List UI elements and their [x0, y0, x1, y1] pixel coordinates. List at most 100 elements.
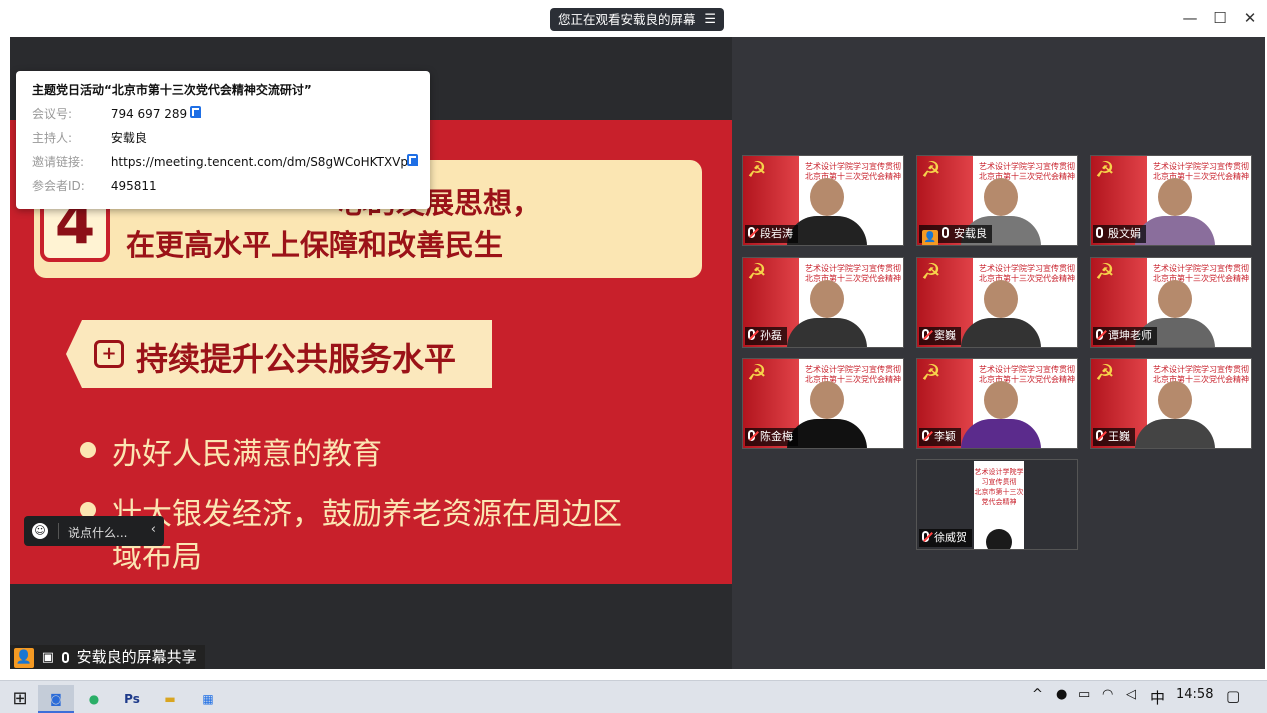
- participant-name: 孙磊: [760, 329, 782, 342]
- chat-input-bar[interactable]: ☺ 说点什么... ‹: [24, 516, 164, 546]
- copy-icon[interactable]: [407, 154, 418, 166]
- notification-icon[interactable]: ▢: [1226, 687, 1240, 705]
- party-emblem-icon: ☭: [747, 361, 767, 386]
- party-emblem-icon: ☭: [921, 260, 941, 285]
- mic-icon: [922, 430, 929, 441]
- participant-face: [1158, 381, 1192, 419]
- participant-nametag: 👤 安载良: [919, 225, 992, 245]
- invite-row: 邀请链接: https://meeting.tencent.com/dm/S8g…: [32, 153, 408, 170]
- party-emblem-icon: ☭: [1095, 361, 1115, 386]
- party-emblem-icon: ☭: [921, 361, 941, 386]
- meeting-id-row: 会议号: 794 697 289: [32, 105, 187, 122]
- host-row: 主持人: 安载良: [32, 129, 147, 146]
- screen-share-icon: ▣: [41, 649, 55, 665]
- participant-tile[interactable]: ☭ 艺术设计学院学习宣传贯彻 北京市第十三次党代会精神 孙磊: [742, 257, 904, 348]
- list-menu-icon[interactable]: ☰: [704, 8, 716, 31]
- participant-body: [787, 419, 867, 448]
- minimize-icon[interactable]: —: [1176, 6, 1204, 30]
- photos-taskbar-icon[interactable]: ▦: [190, 685, 226, 713]
- emoji-icon[interactable]: ☺: [32, 523, 48, 539]
- meeting-window: 您正在观看安载良的屏幕 ☰ — ☐ ✕ 4 心的发展思想， 在更高水平上保障和改…: [0, 0, 1267, 680]
- microphone-tray-icon[interactable]: ●: [1056, 687, 1067, 702]
- participant-id-value: 495811: [110, 179, 157, 193]
- participant-id-label: 参会者ID:: [32, 179, 85, 193]
- party-emblem-icon: ☭: [747, 158, 767, 183]
- participant-face: [810, 280, 844, 318]
- bullet-text-1: 办好人民满意的教育: [112, 437, 382, 472]
- tile-caption: 艺术设计学院学习宣传贯彻 北京市第十三次党代会精神: [1149, 264, 1251, 284]
- participant-face: [984, 178, 1018, 216]
- battery-icon[interactable]: ▭: [1078, 687, 1090, 702]
- caption-line-1: 艺术设计学院学习宣传贯彻: [979, 264, 1075, 273]
- screen-share-notice[interactable]: 您正在观看安载良的屏幕 ☰: [550, 8, 724, 31]
- meeting-id-label: 会议号:: [32, 107, 73, 121]
- participant-tile[interactable]: ☭ 艺术设计学院学习宣传贯彻 北京市第十三次党代会精神殷文娟: [1090, 155, 1252, 246]
- title-bar: 您正在观看安载良的屏幕 ☰ — ☐ ✕: [0, 0, 1267, 37]
- wifi-icon[interactable]: ◠: [1102, 687, 1113, 702]
- participant-face: [810, 381, 844, 419]
- participant-nametag: 王巍: [1093, 428, 1135, 446]
- caption-line-1: 艺术设计学院学习宣传贯彻: [979, 162, 1075, 171]
- participant-tile[interactable]: 艺术设计学院学习宣传贯彻 北京市第十三次党代会精神 徐威贺: [916, 459, 1078, 550]
- meeting-title: 主题党日活动“北京市第十三次党代会精神交流研讨”: [32, 83, 312, 97]
- invite-link[interactable]: https://meeting.tencent.com/dm/S8gWCoHKT…: [111, 155, 408, 169]
- chevron-up-icon[interactable]: ^: [1032, 687, 1043, 702]
- tile-caption: 艺术设计学院学习宣传贯彻 北京市第十三次党代会精神: [975, 162, 1077, 182]
- copy-icon[interactable]: [190, 106, 201, 118]
- mic-icon: [1096, 329, 1103, 340]
- participant-tile[interactable]: ☭ 艺术设计学院学习宣传贯彻 北京市第十三次党代会精神 陈金梅: [742, 358, 904, 449]
- participant-nametag: 徐威贺: [919, 529, 972, 547]
- divider: [58, 523, 59, 539]
- party-emblem-icon: ☭: [921, 158, 941, 183]
- volume-icon[interactable]: ◁: [1126, 687, 1136, 702]
- caption-line-1: 艺术设计学院学习宣传贯彻: [805, 365, 901, 374]
- participant-nametag: 孙磊: [745, 327, 787, 345]
- participant-name: 徐威贺: [934, 531, 967, 544]
- tile-caption: 艺术设计学院学习宣传贯彻 北京市第十三次党代会精神: [1149, 162, 1251, 182]
- file-explorer-taskbar-icon[interactable]: ▬: [152, 685, 188, 713]
- participant-tile[interactable]: ☭ 艺术设计学院学习宣传贯彻 北京市第十三次党代会精神 👤 安载良: [916, 155, 1078, 246]
- participant-gallery: ☭ 艺术设计学院学习宣传贯彻 北京市第十三次党代会精神 段岩涛 ☭ 艺术设计学院学习宣传贯…: [732, 37, 1265, 669]
- participant-name: 谭坤老师: [1108, 329, 1152, 342]
- participant-nametag: 段岩涛: [745, 225, 798, 243]
- ime-indicator[interactable]: 中: [1150, 687, 1165, 708]
- participant-body: [1135, 216, 1215, 245]
- party-emblem-icon: ☭: [1095, 260, 1115, 285]
- participant-nametag: 李颖: [919, 428, 961, 446]
- taskbar: ⊞ ◙ ● Ps ▬ ▦ ^ ● ▭ ◠ ◁ 中 14:58 ▢: [0, 680, 1267, 713]
- participant-tile[interactable]: ☭ 艺术设计学院学习宣传贯彻 北京市第十三次党代会精神 王巍: [1090, 358, 1252, 449]
- participant-tile[interactable]: ☭ 艺术设计学院学习宣传贯彻 北京市第十三次党代会精神 窦巍: [916, 257, 1078, 348]
- maximize-icon[interactable]: ☐: [1206, 6, 1234, 30]
- caption-line-1: 艺术设计学院学习宣传贯彻: [805, 162, 901, 171]
- windows-start-icon[interactable]: ⊞: [2, 685, 38, 713]
- clock[interactable]: 14:58: [1176, 687, 1213, 702]
- caption-line-1: 艺术设计学院学习宣传贯彻: [979, 365, 1075, 374]
- participant-tile[interactable]: ☭ 艺术设计学院学习宣传贯彻 北京市第十三次党代会精神谭坤老师: [1090, 257, 1252, 348]
- tile-caption: 艺术设计学院学习宣传贯彻 北京市第十三次党代会精神: [975, 264, 1077, 284]
- participant-tile[interactable]: ☭ 艺术设计学院学习宣传贯彻 北京市第十三次党代会精神 段岩涛: [742, 155, 904, 246]
- participant-tile[interactable]: ☭ 艺术设计学院学习宣传贯彻 北京市第十三次党代会精神 李颖: [916, 358, 1078, 449]
- photoshop-taskbar-icon[interactable]: Ps: [114, 685, 150, 713]
- mic-icon: [748, 430, 755, 441]
- participant-face: [984, 280, 1018, 318]
- close-icon[interactable]: ✕: [1236, 6, 1264, 30]
- slide-heading-line2: 在更高水平上保障和改善民生: [126, 228, 504, 262]
- wechat-taskbar-icon[interactable]: ●: [76, 685, 112, 713]
- subheading-text: 持续提升公共服务水平: [136, 340, 457, 378]
- participant-nametag: 陈金梅: [745, 428, 798, 446]
- shared-screen: 4 心的发展思想， 在更高水平上保障和改善民生 + 持续提升公共服务水平 办好人…: [10, 37, 732, 669]
- participant-name: 安载良: [954, 227, 987, 240]
- participant-name: 李颖: [934, 430, 956, 443]
- tencent-meeting-taskbar-icon[interactable]: ◙: [38, 685, 74, 713]
- mic-icon: [1096, 227, 1103, 238]
- chat-placeholder[interactable]: 说点什么...: [68, 524, 127, 541]
- chevron-left-icon[interactable]: ‹: [151, 522, 156, 537]
- participant-name: 段岩涛: [760, 227, 793, 240]
- party-emblem-icon: ☭: [1095, 158, 1115, 183]
- caption-line-1: 艺术设计学院学习宣传贯彻: [1153, 162, 1249, 171]
- medical-kit-icon: +: [94, 340, 124, 368]
- bullet-text-2: 壮大银发经济，鼓励养老资源在周边区: [112, 497, 622, 532]
- participant-face: [1158, 178, 1192, 216]
- participant-nametag: 殷文娟: [1093, 225, 1146, 243]
- mic-icon: [942, 227, 949, 238]
